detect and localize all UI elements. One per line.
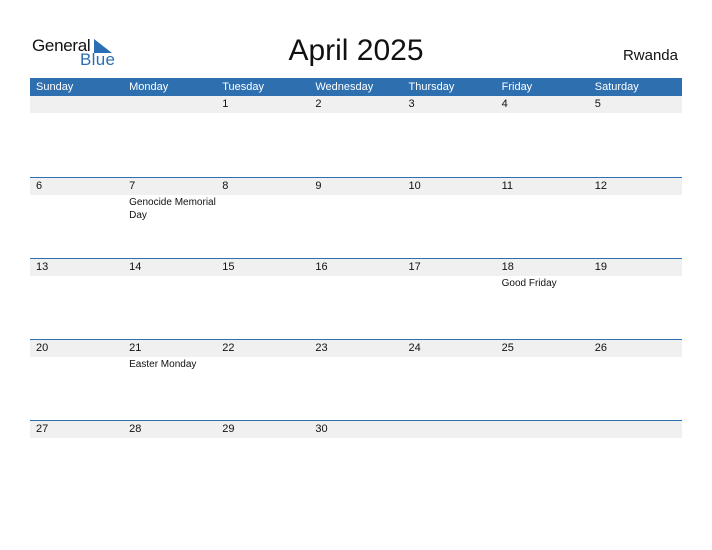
day-cell: 26 <box>589 340 682 371</box>
day-number: 23 <box>315 342 328 354</box>
day-number: 13 <box>36 261 49 273</box>
day-cell: 9 <box>309 178 402 222</box>
week-row: 13 14 15 16 17 18 Good Friday 19 <box>30 258 682 339</box>
day-number: 22 <box>222 342 235 354</box>
week-cells: 1 2 3 4 5 <box>30 96 682 113</box>
day-number <box>36 96 123 113</box>
holiday-label: Genocide Memorial Day <box>129 197 216 221</box>
day-number: 16 <box>315 261 328 273</box>
country-label: Rwanda <box>622 47 678 64</box>
week-row: 1 2 3 4 5 <box>30 96 682 177</box>
day-number: 24 <box>408 342 421 354</box>
day-number: 1 <box>222 98 229 110</box>
week-cells: 6 7 Genocide Memorial Day 8 9 10 11 12 <box>30 178 682 222</box>
week-row: 27 28 29 30 <box>30 420 682 501</box>
weekday-wednesday: Wednesday <box>315 81 374 93</box>
day-number: 30 <box>315 423 328 435</box>
week-row: 20 21 Easter Monday 22 23 24 25 26 <box>30 339 682 420</box>
day-cell <box>123 96 216 113</box>
day-number: 18 <box>501 261 514 273</box>
day-number <box>502 421 589 438</box>
weekday-sunday: Sunday <box>36 81 74 93</box>
weekday-monday: Monday <box>129 81 169 93</box>
day-cell: 15 <box>216 259 309 290</box>
day-number: 26 <box>594 342 607 354</box>
day-cell: 16 <box>309 259 402 290</box>
day-number: 11 <box>501 180 514 192</box>
day-cell <box>589 421 682 438</box>
day-cell: 20 <box>30 340 123 371</box>
day-cell: 17 <box>403 259 496 290</box>
day-number: 4 <box>501 98 508 110</box>
day-cell <box>403 421 496 438</box>
day-cell: 1 <box>216 96 309 113</box>
week-cells: 20 21 Easter Monday 22 23 24 25 26 <box>30 340 682 371</box>
day-cell: 13 <box>30 259 123 290</box>
day-number: 25 <box>501 342 514 354</box>
week-row: 6 7 Genocide Memorial Day 8 9 10 11 12 <box>30 177 682 258</box>
day-cell: 21 Easter Monday <box>123 340 216 371</box>
day-cell: 4 <box>496 96 589 113</box>
day-cell: 7 Genocide Memorial Day <box>123 178 216 222</box>
holiday-label: Good Friday <box>501 278 557 289</box>
day-cell: 3 <box>403 96 496 113</box>
day-cell: 10 <box>403 178 496 222</box>
holiday-label: Easter Monday <box>129 359 197 370</box>
weekday-saturday: Saturday <box>594 81 639 93</box>
day-number: 28 <box>129 423 142 435</box>
day-cell: 19 <box>589 259 682 290</box>
calendar-grid: Sunday Monday Tuesday Wednesday Thursday… <box>30 78 682 501</box>
day-number: 9 <box>315 180 322 192</box>
day-number <box>129 96 216 113</box>
day-number: 2 <box>315 98 322 110</box>
day-number: 27 <box>36 423 49 435</box>
day-number: 29 <box>222 423 235 435</box>
day-number: 8 <box>222 180 229 192</box>
day-cell: 5 <box>589 96 682 113</box>
day-number: 6 <box>36 180 43 192</box>
day-number: 10 <box>408 180 421 192</box>
week-cells: 13 14 15 16 17 18 Good Friday 19 <box>30 259 682 290</box>
day-number: 15 <box>222 261 235 273</box>
day-cell: 24 <box>403 340 496 371</box>
calendar-title: April 2025 <box>288 34 424 67</box>
day-cell: 30 <box>309 421 402 438</box>
weekday-thursday: Thursday <box>408 81 455 93</box>
day-number: 12 <box>594 180 607 192</box>
day-cell: 25 <box>496 340 589 371</box>
day-cell: 23 <box>309 340 402 371</box>
day-cell: 12 <box>589 178 682 222</box>
day-cell: 29 <box>216 421 309 438</box>
day-number <box>409 421 496 438</box>
weekday-friday: Friday <box>501 81 533 93</box>
day-cell <box>496 421 589 438</box>
week-cells: 27 28 29 30 <box>30 421 682 438</box>
day-cell: 11 <box>496 178 589 222</box>
day-cell: 2 <box>309 96 402 113</box>
day-number: 7 <box>129 180 136 192</box>
weekday-tuesday: Tuesday <box>222 81 265 93</box>
day-cell: 28 <box>123 421 216 438</box>
day-number: 17 <box>408 261 421 273</box>
day-cell: 8 <box>216 178 309 222</box>
day-cell: 22 <box>216 340 309 371</box>
day-number: 19 <box>594 261 607 273</box>
day-cell: 6 <box>30 178 123 222</box>
weeks-container: 1 2 3 4 5 6 7 Genocide Memorial Day 8 9 10 11 12 13 14… <box>30 96 682 501</box>
day-cell: 18 Good Friday <box>496 259 589 290</box>
day-cell <box>30 96 123 113</box>
day-number <box>595 421 682 438</box>
day-cell: 27 <box>30 421 123 438</box>
day-number: 14 <box>129 261 142 273</box>
weekday-header-row: Sunday Monday Tuesday Wednesday Thursday… <box>30 78 682 96</box>
day-number: 5 <box>594 98 601 110</box>
day-number: 21 <box>129 342 142 354</box>
day-cell: 14 <box>123 259 216 290</box>
day-number: 20 <box>36 342 49 354</box>
day-number: 3 <box>408 98 415 110</box>
